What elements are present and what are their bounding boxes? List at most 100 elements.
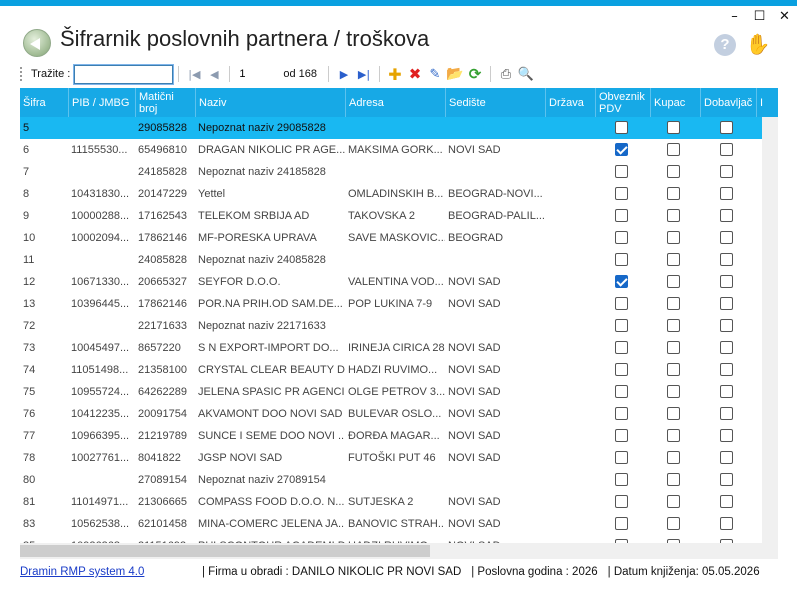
checkbox-kupac[interactable] [667,363,680,376]
edit-icon[interactable]: ✎ [425,65,445,83]
print-preview-icon[interactable]: 🔍 [516,65,536,83]
checkbox-kupac[interactable] [667,187,680,200]
table-row[interactable]: 6 11155530... 65496810 DRAGAN NIKOLIC PR AG… [20,139,762,161]
refresh-icon[interactable]: ⟳ [465,65,485,83]
pin-icon[interactable]: ✋ [745,33,771,57]
checkbox-obveznik-pdv[interactable] [615,121,628,134]
close-button[interactable]: ✕ [772,10,797,24]
checkbox-obveznik-pdv[interactable] [615,297,628,310]
checkbox-dobavljac[interactable] [720,143,733,156]
table-row[interactable]: 11 24085828 Nepoznat naziv 24085828 [20,249,762,271]
checkbox-kupac[interactable] [667,385,680,398]
checkbox-kupac[interactable] [667,473,680,486]
checkbox-obveznik-pdv[interactable] [615,275,628,288]
checkbox-kupac[interactable] [667,407,680,420]
column-header-kupac[interactable]: Kupac [650,88,700,117]
checkbox-dobavljac[interactable] [720,187,733,200]
column-header-maticni-broj[interactable]: Matični broj [135,88,195,117]
table-row[interactable]: 78 10027761... 8041822 JGSP NOVI SAD FUTOŠKI… [20,447,762,469]
column-header-sifra[interactable]: Šifra [20,88,68,117]
table-row[interactable]: 77 10966395... 21219789 SUNCE I SEME DOO NO… [20,425,762,447]
checkbox-obveznik-pdv[interactable] [615,429,628,442]
column-header-drzava[interactable]: Država [545,88,595,117]
column-header-dobavljac[interactable]: Dobavljač [700,88,756,117]
table-row[interactable]: 13 10396445... 17862146 POR.NA PRIH.OD SAM.… [20,293,762,315]
checkbox-kupac[interactable] [667,297,680,310]
checkbox-kupac[interactable] [667,231,680,244]
table-row[interactable]: 76 10412235... 20091754 AKVAMONT DOO NOVI S… [20,403,762,425]
table-row[interactable]: 10 10002094... 17862146 MF-PORESKA UPRAVA SA… [20,227,762,249]
checkbox-kupac[interactable] [667,209,680,222]
table-row[interactable]: 83 10562538... 62101458 MINA-COMERC JELENA … [20,513,762,535]
checkbox-kupac[interactable] [667,517,680,530]
column-header-obveznik-pdv[interactable]: Obveznik PDV [595,88,649,117]
table-row[interactable]: 9 10000288... 17162543 TELEKOM SRBIJA AD TAK… [20,205,762,227]
table-row[interactable]: 75 10955724... 64262289 JELENA SPASIC PR AG… [20,381,762,403]
checkbox-obveznik-pdv[interactable] [615,517,628,530]
column-header-sediste[interactable]: Sedište [445,88,545,117]
column-header-pib[interactable]: PIB / JMBG [68,88,137,117]
checkbox-dobavljac[interactable] [720,209,733,222]
help-icon[interactable]: ? [714,34,736,56]
column-header-naziv[interactable]: Naziv [195,88,345,117]
page-number-input[interactable] [235,65,284,83]
table-row[interactable]: 74 11051498... 21358100 CRYSTAL CLEAR BEAUT… [20,359,762,381]
checkbox-dobavljac[interactable] [720,429,733,442]
checkbox-obveznik-pdv[interactable] [615,165,628,178]
table-row[interactable]: 72 22171633 Nepoznat naziv 22171633 [20,315,762,337]
checkbox-kupac[interactable] [667,495,680,508]
checkbox-kupac[interactable] [667,253,680,266]
checkbox-obveznik-pdv[interactable] [615,253,628,266]
checkbox-obveznik-pdv[interactable] [615,231,628,244]
checkbox-dobavljac[interactable] [720,473,733,486]
table-row[interactable]: 7 24185828 Nepoznat naziv 24185828 [20,161,762,183]
checkbox-obveznik-pdv[interactable] [615,385,628,398]
column-header-extra[interactable]: I [756,88,778,117]
prev-page-button[interactable]: ◀ [204,65,224,83]
checkbox-dobavljac[interactable] [720,165,733,178]
table-row[interactable]: 81 11014971... 21306665 COMPASS FOOD D.O.O.… [20,491,762,513]
table-row[interactable]: 8510926368...21151693PULSCONTOUR ACADEMI… [20,535,762,543]
add-icon[interactable]: ✚ [385,65,405,84]
checkbox-kupac[interactable] [667,319,680,332]
checkbox-dobavljac[interactable] [720,407,733,420]
checkbox-obveznik-pdv[interactable] [615,495,628,508]
checkbox-obveznik-pdv[interactable] [615,451,628,464]
checkbox-dobavljac[interactable] [720,385,733,398]
vertical-scrollbar[interactable] [762,117,778,543]
checkbox-kupac[interactable] [667,451,680,464]
checkbox-obveznik-pdv[interactable] [615,209,628,222]
checkbox-dobavljac[interactable] [720,275,733,288]
table-row[interactable]: 73 10045497... 8657220 S N EXPORT-IMPORT DO… [20,337,762,359]
first-page-button[interactable]: |◀ [184,65,204,83]
checkbox-kupac[interactable] [667,275,680,288]
back-arrow-icon[interactable] [23,29,51,57]
checkbox-obveznik-pdv[interactable] [615,473,628,486]
checkbox-kupac[interactable] [667,121,680,134]
horizontal-scrollbar-thumb[interactable] [20,545,430,557]
checkbox-dobavljac[interactable] [720,451,733,464]
checkbox-obveznik-pdv[interactable] [615,187,628,200]
checkbox-kupac[interactable] [667,165,680,178]
horizontal-scrollbar[interactable] [20,543,762,559]
checkbox-dobavljac[interactable] [720,363,733,376]
checkbox-dobavljac[interactable] [720,121,733,134]
maximize-button[interactable]: ☐ [747,10,772,24]
column-header-adresa[interactable]: Adresa [345,88,445,117]
checkbox-obveznik-pdv[interactable] [615,363,628,376]
checkbox-dobavljac[interactable] [720,297,733,310]
next-page-button[interactable]: ▶ [334,65,354,83]
last-page-button[interactable]: ▶| [354,65,374,83]
checkbox-dobavljac[interactable] [720,341,733,354]
table-row[interactable]: 5 29085828 Nepoznat naziv 29085828 [20,117,762,139]
checkbox-dobavljac[interactable] [720,253,733,266]
checkbox-kupac[interactable] [667,341,680,354]
delete-icon[interactable]: ✖ [405,65,425,83]
checkbox-kupac[interactable] [667,143,680,156]
search-input[interactable] [73,63,175,85]
minimize-button[interactable]: – [722,10,747,24]
checkbox-obveznik-pdv[interactable] [615,407,628,420]
table-row[interactable]: 8 10431830... 20147229 Yettel OMLADINSKIH B.… [20,183,762,205]
checkbox-dobavljac[interactable] [720,517,733,530]
table-row[interactable]: 80 27089154 Nepoznat naziv 27089154 [20,469,762,491]
